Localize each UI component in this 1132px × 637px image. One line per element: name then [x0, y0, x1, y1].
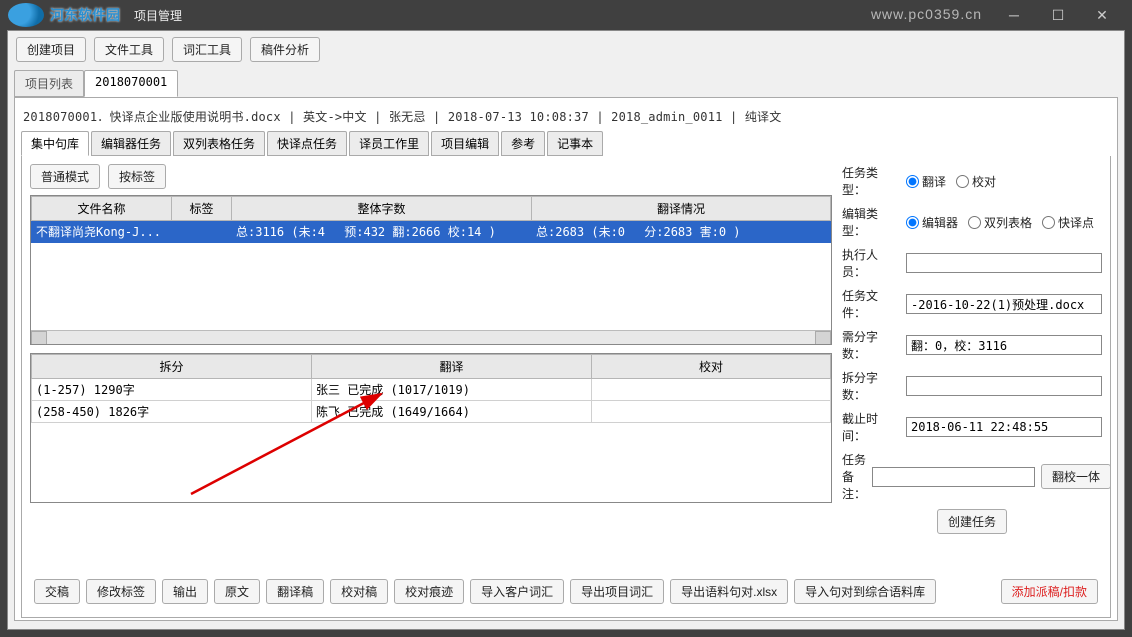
split-table[interactable]: 拆分 翻译 校对 (1-257) 1290字 张三 已完成 (1017/1019… [30, 353, 832, 503]
need-words-input[interactable] [906, 335, 1102, 355]
horizontal-scrollbar[interactable] [31, 330, 831, 344]
col-wordcount[interactable]: 整体字数 [232, 197, 532, 221]
sub-tab-1[interactable]: 编辑器任务 [91, 131, 171, 156]
create-project-button[interactable]: 创建项目 [16, 37, 86, 62]
create-task-button[interactable]: 创建任务 [937, 509, 1007, 534]
split-words-input[interactable] [906, 376, 1102, 396]
radio-dualcol[interactable]: 双列表格 [968, 214, 1032, 231]
radio-editor[interactable]: 编辑器 [906, 214, 958, 231]
import-client-vocab-button[interactable]: 导入客户词汇 [470, 579, 564, 604]
col-review[interactable]: 校对 [592, 355, 831, 379]
trans-review-button[interactable]: 翻校一体 [1041, 464, 1111, 489]
file-table[interactable]: 文件名称 标签 整体字数 翻译情况 不翻译尚尧Kong-J... [30, 195, 832, 345]
remark-input[interactable] [872, 467, 1035, 487]
sub-tab-2[interactable]: 双列表格任务 [173, 131, 265, 156]
cell-status: 总:2683 (未:0 分:2683 害:0 ) [532, 221, 831, 243]
app-body: 创建项目 文件工具 词汇工具 稿件分析 项目列表 2018070001 2018… [7, 30, 1125, 630]
radio-review[interactable]: 校对 [956, 173, 996, 190]
cell-filename: 不翻译尚尧Kong-J... [32, 221, 172, 243]
logo-text: 河东软件园 [50, 5, 120, 25]
window-controls: ─ ☐ ✕ [992, 1, 1124, 29]
review-trace-button[interactable]: 校对痕迹 [394, 579, 464, 604]
col-translate[interactable]: 翻译 [312, 355, 592, 379]
source-button[interactable]: 原文 [214, 579, 260, 604]
main-tabstrip: 项目列表 2018070001 [8, 70, 1124, 97]
export-corpus-xlsx-button[interactable]: 导出语料句对.xlsx [670, 579, 788, 604]
col-split[interactable]: 拆分 [32, 355, 312, 379]
sub-tabstrip: 集中句库 编辑器任务 双列表格任务 快译点任务 译员工作里 项目编辑 参考 记事… [21, 131, 1111, 156]
project-panel: 2018070001．快译点企业版使用说明书.docx | 英文->中文 | 张… [14, 97, 1118, 621]
translated-button[interactable]: 翻译稿 [266, 579, 324, 604]
edit-type-label: 编辑类型： [842, 205, 900, 239]
file-tools-button[interactable]: 文件工具 [94, 37, 164, 62]
col-status[interactable]: 翻译情况 [532, 197, 831, 221]
table-row[interactable]: 不翻译尚尧Kong-J... 总:3116 (未:4 预:432 翻:2666 … [32, 221, 831, 243]
need-words-label: 需分字数： [842, 328, 900, 362]
tab-project-id[interactable]: 2018070001 [84, 70, 178, 97]
sub-tab-6[interactable]: 参考 [501, 131, 545, 156]
deadline-label: 截止时间： [842, 410, 900, 444]
table-row[interactable]: (258-450) 1826字 陈飞 已完成 (1649/1664) [32, 401, 831, 423]
mode-row: 普通模式 按标签 [30, 164, 832, 189]
normal-mode-button[interactable]: 普通模式 [30, 164, 100, 189]
add-dispatch-deduct-button[interactable]: 添加派稿/扣款 [1001, 579, 1098, 604]
vocab-tools-button[interactable]: 词汇工具 [172, 37, 242, 62]
inner-panel: 普通模式 按标签 文件名称 标签 整体字数 翻译情况 [21, 156, 1111, 618]
col-filename[interactable]: 文件名称 [32, 197, 172, 221]
reviewed-button[interactable]: 校对稿 [330, 579, 388, 604]
export-project-vocab-button[interactable]: 导出项目词汇 [570, 579, 664, 604]
task-form: 任务类型： 翻译 校对 编辑类型： 编辑器 双列表格 快译点 [842, 164, 1102, 573]
task-type-label: 任务类型： [842, 164, 900, 198]
sub-tab-4[interactable]: 译员工作里 [349, 131, 429, 156]
remark-label: 任务备注： [842, 451, 866, 502]
close-button[interactable]: ✕ [1080, 1, 1124, 29]
doc-analysis-button[interactable]: 稿件分析 [250, 37, 320, 62]
logo-area: 河东软件园 项目管理 [8, 3, 182, 27]
main-toolbar: 创建项目 文件工具 词汇工具 稿件分析 [8, 31, 1124, 68]
sub-tab-3[interactable]: 快译点任务 [267, 131, 347, 156]
executor-label: 执行人员： [842, 246, 900, 280]
radio-fasttrans[interactable]: 快译点 [1042, 214, 1094, 231]
col-tag[interactable]: 标签 [172, 197, 232, 221]
cell-wordcount: 总:3116 (未:4 预:432 翻:2666 校:14 ) [232, 221, 532, 243]
executor-input[interactable] [906, 253, 1102, 273]
left-column: 普通模式 按标签 文件名称 标签 整体字数 翻译情况 [30, 164, 832, 573]
deadline-input[interactable] [906, 417, 1102, 437]
minimize-button[interactable]: ─ [992, 1, 1036, 29]
file-header-bar: 2018070001．快译点企业版使用说明书.docx | 英文->中文 | 张… [21, 104, 1111, 129]
task-file-input[interactable] [906, 294, 1102, 314]
output-button[interactable]: 输出 [162, 579, 208, 604]
sub-tab-5[interactable]: 项目编辑 [431, 131, 499, 156]
maximize-button[interactable]: ☐ [1036, 1, 1080, 29]
submit-button[interactable]: 交稿 [34, 579, 80, 604]
radio-translate[interactable]: 翻译 [906, 173, 946, 190]
split-words-label: 拆分字数： [842, 369, 900, 403]
watermark-text: www.pc0359.cn [871, 6, 982, 22]
window-title: 项目管理 [134, 7, 182, 24]
task-file-label: 任务文件： [842, 287, 900, 321]
edit-tag-button[interactable]: 修改标签 [86, 579, 156, 604]
import-sentpair-button[interactable]: 导入句对到综合语料库 [794, 579, 936, 604]
by-tag-button[interactable]: 按标签 [108, 164, 166, 189]
app-logo-icon [8, 3, 44, 27]
sub-tab-7[interactable]: 记事本 [547, 131, 603, 156]
sub-tab-0[interactable]: 集中句库 [21, 131, 89, 156]
tab-project-list[interactable]: 项目列表 [14, 70, 84, 97]
cell-tag [172, 221, 232, 243]
bottom-toolbar: 交稿 修改标签 输出 原文 翻译稿 校对稿 校对痕迹 导入客户词汇 导出项目词汇… [30, 573, 1102, 606]
table-row[interactable]: (1-257) 1290字 张三 已完成 (1017/1019) [32, 379, 831, 401]
